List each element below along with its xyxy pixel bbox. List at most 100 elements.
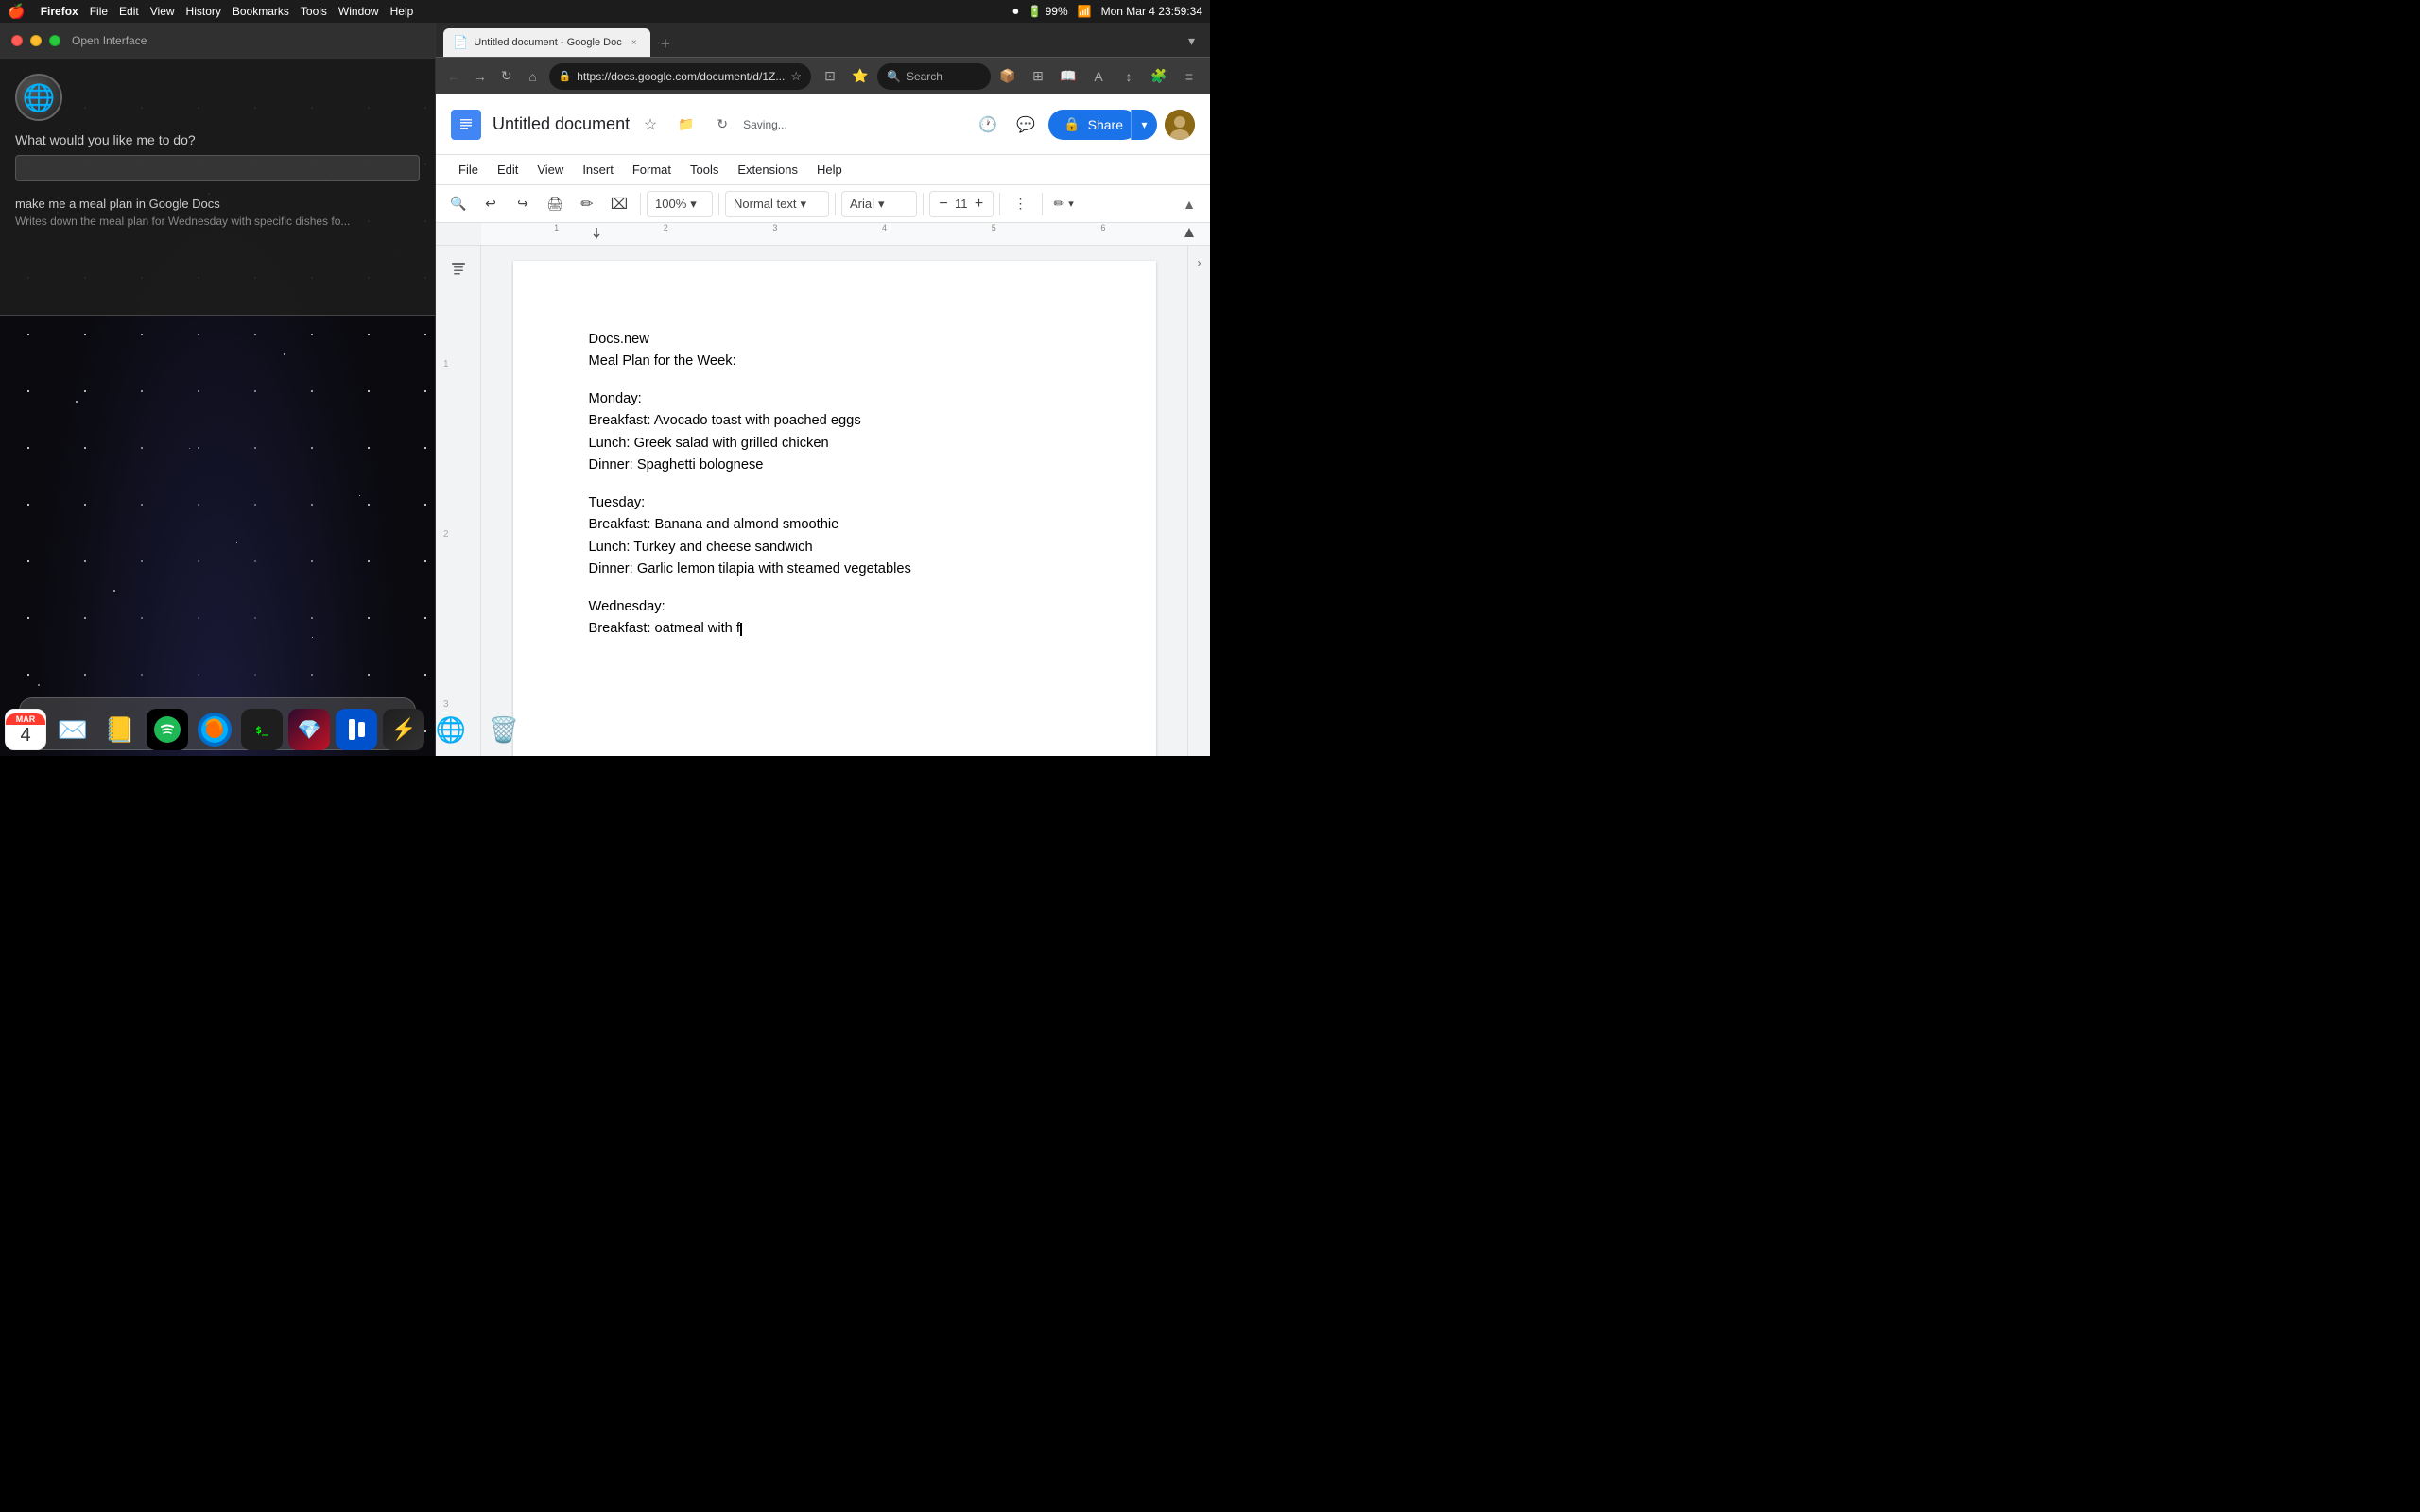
dock-rubymine[interactable]: 💎 xyxy=(288,709,330,750)
toolbar-divider-3 xyxy=(835,193,836,215)
toolbar-paintformat[interactable]: ✏ xyxy=(572,191,602,217)
dock-trash[interactable]: 🗑️ xyxy=(483,709,525,750)
toolbar-text-style[interactable]: Normal text ▾ xyxy=(725,191,829,217)
toolbar-more[interactable]: ⋮ xyxy=(1006,191,1036,217)
docs-scroll-area[interactable]: Docs.new Meal Plan for the Week: Monday:… xyxy=(481,246,1187,756)
toolbar-fontsize[interactable]: − 11 + xyxy=(929,191,994,217)
active-tab[interactable]: 📄 Untitled document - Google Doc × xyxy=(443,28,650,57)
right-sidebar-collapse[interactable]: › xyxy=(1190,253,1209,272)
sync-icon[interactable]: ↕ xyxy=(1115,63,1142,90)
forward-button[interactable]: → xyxy=(470,63,491,90)
menu-icon[interactable]: ≡ xyxy=(1176,63,1202,90)
translate-icon[interactable]: A xyxy=(1085,63,1112,90)
tab-close-button[interactable]: × xyxy=(628,36,641,49)
menubar-view[interactable]: View xyxy=(150,5,175,18)
menubar-tools[interactable]: Tools xyxy=(301,5,327,18)
current-subtask: Writes down the meal plan for Wednesday … xyxy=(15,215,420,228)
bookmark-icon[interactable]: ⭐ xyxy=(847,63,873,90)
menubar-file[interactable]: File xyxy=(90,5,108,18)
reader-icon[interactable]: 📖 xyxy=(1055,63,1081,90)
menubar-firefox[interactable]: Firefox xyxy=(41,5,78,18)
toolbar-redo[interactable]: ↪ xyxy=(508,191,538,217)
refresh-button[interactable]: ↻ xyxy=(496,63,517,90)
doc-line-tuesday: Tuesday: xyxy=(589,492,1080,514)
docs-menu-view[interactable]: View xyxy=(529,159,571,180)
dock-spotify[interactable] xyxy=(147,709,188,750)
dock-trello[interactable] xyxy=(336,709,377,750)
toolbar-search[interactable]: 🔍 xyxy=(443,191,474,217)
doc-line-tuesday-dinner: Dinner: Garlic lemon tilapia with steame… xyxy=(589,558,1080,580)
docs-menu-file[interactable]: File xyxy=(451,159,486,180)
fontsize-minus-button[interactable]: − xyxy=(934,195,953,214)
extensions-icon[interactable]: 🧩 xyxy=(1146,63,1172,90)
doc-blank-2 xyxy=(589,477,1080,492)
share-button[interactable]: 🔒 Share xyxy=(1048,110,1138,140)
tab-list-chevron[interactable]: ▾ xyxy=(1181,29,1202,53)
dock-notes[interactable]: 📒 xyxy=(99,709,141,750)
container-icon[interactable]: ⊡ xyxy=(817,63,843,90)
menubar-time: Mon Mar 4 23:59:34 xyxy=(1101,5,1202,18)
minimize-button[interactable] xyxy=(30,35,42,46)
menubar-bookmarks[interactable]: Bookmarks xyxy=(233,5,289,18)
docs-menu-help[interactable]: Help xyxy=(809,159,850,180)
ruler-right-marker xyxy=(1184,223,1196,246)
dock-sublime[interactable]: ⚡ xyxy=(383,709,424,750)
toolbar-divider-2 xyxy=(718,193,719,215)
comment-icon[interactable]: 💬 xyxy=(1011,110,1041,140)
docs-menu-format[interactable]: Format xyxy=(625,159,679,180)
document-page[interactable]: Docs.new Meal Plan for the Week: Monday:… xyxy=(513,261,1156,756)
address-text: https://docs.google.com/document/d/1Z... xyxy=(577,70,785,83)
docs-menu-edit[interactable]: Edit xyxy=(490,159,526,180)
toolbar-divider-5 xyxy=(999,193,1000,215)
fontsize-plus-button[interactable]: + xyxy=(970,195,989,214)
docs-menu-extensions[interactable]: Extensions xyxy=(730,159,805,180)
toolbar-font[interactable]: Arial ▾ xyxy=(841,191,917,217)
menubar-right: ⏺ 🔋 99% 📶 Mon Mar 4 23:59:34 xyxy=(1012,5,1202,19)
collections-icon[interactable]: ⊞ xyxy=(1025,63,1051,90)
toolbar-formatclear[interactable]: ⌧ xyxy=(604,191,634,217)
dock-calendar[interactable]: MAR 4 xyxy=(5,709,46,750)
address-bar[interactable]: 🔒 https://docs.google.com/document/d/1Z.… xyxy=(549,63,811,90)
home-button[interactable]: ⌂ xyxy=(523,63,544,90)
toolbar-divider-4 xyxy=(923,193,924,215)
menubar-edit[interactable]: Edit xyxy=(119,5,139,18)
edit-icon: ✏ xyxy=(1054,196,1065,212)
toolbar-edit-mode[interactable]: ✏ ▾ xyxy=(1048,191,1080,217)
dock-firefox[interactable] xyxy=(194,709,235,750)
tab-favicon: 📄 xyxy=(453,35,468,50)
user-avatar[interactable] xyxy=(1165,110,1195,140)
bookmark-star-icon[interactable]: ☆ xyxy=(790,69,802,84)
back-button[interactable]: ← xyxy=(443,63,464,90)
dock-terminal[interactable]: $_ xyxy=(241,709,283,750)
star-icon[interactable]: ☆ xyxy=(635,110,666,140)
pocket-icon[interactable]: 📦 xyxy=(994,63,1021,90)
prompt-input[interactable] xyxy=(15,155,420,181)
close-button[interactable] xyxy=(11,35,23,46)
toolbar-zoom[interactable]: 100% ▾ xyxy=(647,191,713,217)
document-title[interactable]: Untitled document xyxy=(493,114,630,134)
ruler-left-margin xyxy=(436,223,481,245)
maximize-button[interactable] xyxy=(49,35,60,46)
docs-menu-tools[interactable]: Tools xyxy=(683,159,726,180)
menubar-history[interactable]: History xyxy=(186,5,221,18)
zoom-value: 100% xyxy=(655,197,686,211)
page-number-2: 2 xyxy=(443,529,449,540)
menubar-help[interactable]: Help xyxy=(390,5,414,18)
history-icon[interactable]: 🕐 xyxy=(973,110,1003,140)
doc-line-wednesday: Wednesday: xyxy=(589,596,1080,618)
toolbar-undo[interactable]: ↩ xyxy=(475,191,506,217)
toolbar-collapse-button[interactable]: ▲ xyxy=(1176,191,1202,217)
share-dropdown-button[interactable]: ▾ xyxy=(1131,110,1157,140)
dock-mail[interactable]: ✉️ xyxy=(52,709,94,750)
apple-menu[interactable]: 🍎 xyxy=(8,3,26,20)
docs-menu-insert[interactable]: Insert xyxy=(575,159,621,180)
page-number-1: 1 xyxy=(443,359,449,369)
dock-globe[interactable]: 🌐 xyxy=(430,709,472,750)
menubar-window[interactable]: Window xyxy=(338,5,379,18)
outline-icon[interactable] xyxy=(443,253,474,284)
new-tab-button[interactable]: + xyxy=(652,30,679,57)
doc-line-monday-breakfast: Breakfast: Avocado toast with poached eg… xyxy=(589,410,1080,432)
toolbar-print[interactable]: 🖨 xyxy=(540,191,570,217)
search-box[interactable]: 🔍 Search xyxy=(877,63,991,90)
move-to-drive-icon[interactable]: 📁 xyxy=(671,110,701,140)
